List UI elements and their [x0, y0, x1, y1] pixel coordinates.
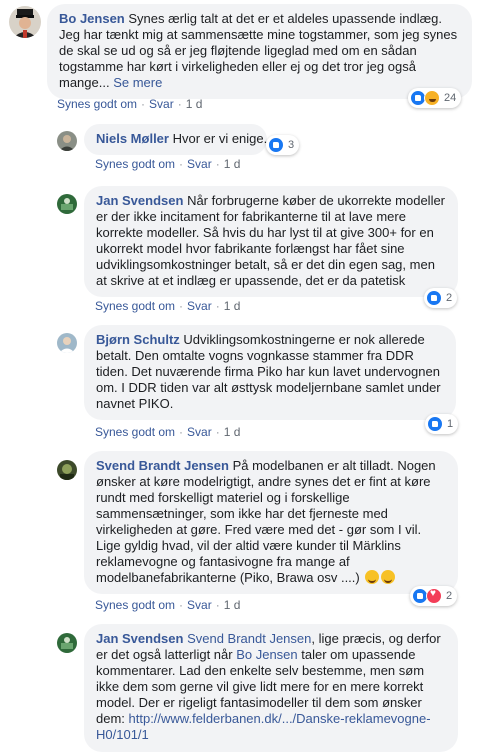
reaction-count: 1: [447, 418, 454, 430]
comment-actions: Synes godt om · Svar · 1 d: [95, 425, 241, 439]
comment-author[interactable]: Svend Brandt Jensen: [96, 458, 229, 473]
reaction-count: 3: [288, 139, 295, 151]
reaction-summary[interactable]: 1: [425, 414, 459, 434]
reaction-summary[interactable]: 2: [424, 288, 458, 308]
reply-button[interactable]: Svar: [187, 299, 212, 313]
like-icon: [427, 416, 443, 432]
reaction-count: 24: [444, 92, 457, 104]
reaction-summary[interactable]: 2: [410, 586, 458, 606]
reaction-count: 2: [446, 292, 453, 304]
comment-time[interactable]: 1 d: [224, 157, 241, 171]
avatar[interactable]: [57, 131, 77, 151]
comment-author[interactable]: Bjørn Schultz: [96, 332, 180, 347]
reaction-count: 2: [446, 590, 453, 602]
comment-actions: Synes godt om · Svar · 1 d: [95, 598, 241, 612]
comment-author[interactable]: Jan Svendsen: [96, 193, 183, 208]
like-button[interactable]: Synes godt om: [57, 97, 137, 111]
reply-button[interactable]: Svar: [187, 425, 212, 439]
comment-actions: Synes godt om · Svar · 1 d: [57, 97, 203, 111]
comment-bubble: Jan Svendsen Svend Brandt Jensen, lige p…: [84, 624, 458, 752]
comment-bubble: Jan Svendsen Når forbrugerne køber de uk…: [84, 186, 458, 297]
avatar[interactable]: [57, 194, 77, 214]
like-icon: [426, 290, 442, 306]
comment-actions: Synes godt om · Svar · 1 d: [95, 157, 241, 171]
reply-button[interactable]: Svar: [187, 598, 212, 612]
comment-text: Hvor er vi enige.: [172, 131, 268, 146]
reply-button[interactable]: Svar: [187, 157, 212, 171]
comment-actions: Synes godt om · Svar · 1 d: [95, 299, 241, 313]
reaction-summary[interactable]: 3: [266, 135, 300, 155]
like-button[interactable]: Synes godt om: [95, 299, 175, 313]
like-icon: [268, 137, 284, 153]
avatar[interactable]: [9, 6, 41, 38]
comment-time[interactable]: 1 d: [186, 97, 203, 111]
haha-icon: [424, 90, 440, 106]
comment-author[interactable]: Niels Møller: [96, 131, 169, 146]
comment-text: På modelbanen er alt tilladt. Nogen ønsk…: [96, 458, 436, 585]
url-link[interactable]: http://www.felderbanen.dk/.../Danske-rek…: [96, 711, 431, 742]
comment-time[interactable]: 1 d: [224, 425, 241, 439]
reply-button[interactable]: Svar: [149, 97, 174, 111]
like-button[interactable]: Synes godt om: [95, 425, 175, 439]
see-more-link[interactable]: Se mere: [113, 75, 162, 90]
mention-link[interactable]: Bo Jensen: [236, 647, 297, 662]
avatar[interactable]: [57, 460, 77, 480]
mention-link[interactable]: Svend Brandt Jensen: [187, 631, 311, 646]
smile-emoji-icon: [365, 570, 380, 584]
comment-bubble: Bo Jensen Synes ærlig talt at det er et …: [47, 4, 472, 99]
comment-author[interactable]: Jan Svendsen: [96, 631, 183, 646]
grin-emoji-icon: [381, 570, 396, 584]
like-button[interactable]: Synes godt om: [95, 157, 175, 171]
comment-time[interactable]: 1 d: [224, 598, 241, 612]
comment-bubble: Niels Møller Hvor er vi enige.: [84, 124, 267, 155]
avatar[interactable]: [57, 333, 77, 353]
love-icon: [426, 588, 442, 604]
reaction-summary[interactable]: 24: [408, 88, 462, 108]
avatar[interactable]: [57, 633, 77, 653]
like-button[interactable]: Synes godt om: [95, 598, 175, 612]
comment-bubble: Bjørn Schultz Udviklingsomkostningerne e…: [84, 325, 456, 420]
comment-bubble: Svend Brandt Jensen På modelbanen er alt…: [84, 451, 458, 594]
comment-time[interactable]: 1 d: [224, 299, 241, 313]
comment-author[interactable]: Bo Jensen: [59, 11, 125, 26]
